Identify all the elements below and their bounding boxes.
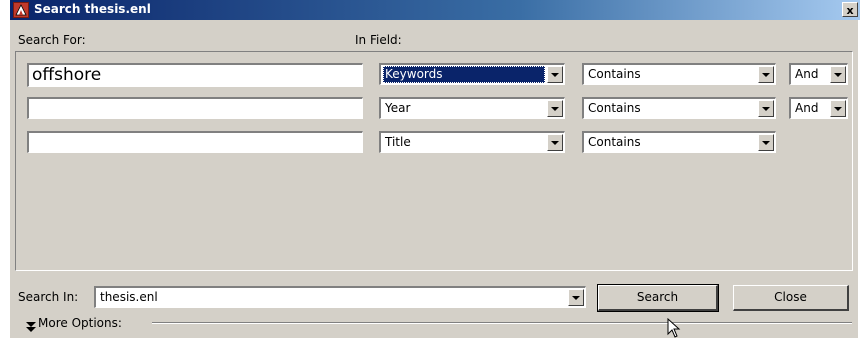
search-term-input-1[interactable]: offshore [27,63,363,87]
title-bar: Search thesis.enl [10,0,860,20]
mouse-pointer-icon [667,317,681,342]
in-field-label: In Field: [355,33,402,47]
chevron-down-icon[interactable] [758,100,774,117]
connector-select-2[interactable]: And [789,97,848,119]
more-options-label[interactable]: More Options: [38,316,122,330]
chevron-down-icon[interactable] [830,100,846,117]
chevron-down-icon[interactable] [547,66,563,83]
search-for-label: Search For: [18,33,86,47]
search-term-input-3[interactable] [27,131,363,153]
close-icon[interactable]: x [842,2,858,17]
close-button[interactable]: Close [733,285,849,311]
chevron-down-icon[interactable] [758,66,774,83]
operator-select-3-value: Contains [588,135,641,149]
operator-select-2-value: Contains [588,101,641,115]
operator-select-3[interactable]: Contains [582,131,776,153]
operator-select-1-value: Contains [588,67,641,81]
endnote-app-icon [13,2,29,18]
field-select-2[interactable]: Year [379,97,565,119]
search-term-input-2[interactable] [27,97,363,119]
search-in-label: Search In: [18,290,79,304]
window-title: Search thesis.enl [34,2,151,16]
search-dialog: Search thesis.enl x Search For: In Field… [10,0,860,338]
search-in-value: thesis.enl [100,290,158,304]
field-select-1[interactable]: Keywords [379,63,565,85]
field-select-3-value: Title [385,135,411,149]
chevron-down-icon[interactable] [830,66,846,83]
field-select-3[interactable]: Title [379,131,565,153]
chevron-down-icon[interactable] [568,289,584,306]
search-button[interactable]: Search [597,284,719,312]
chevron-down-icon[interactable] [547,134,563,151]
more-options-divider [152,322,852,324]
connector-select-2-value: And [795,101,819,115]
chevron-down-icon[interactable] [547,100,563,117]
chevron-down-icon[interactable] [758,134,774,151]
operator-select-1[interactable]: Contains [582,63,776,85]
field-select-2-value: Year [385,101,411,115]
field-select-1-value: Keywords [383,66,545,83]
operator-select-2[interactable]: Contains [582,97,776,119]
double-chevron-down-icon[interactable] [26,318,36,332]
search-in-select[interactable]: thesis.enl [94,286,586,308]
connector-select-1[interactable]: And [789,63,848,85]
connector-select-1-value: And [795,67,819,81]
